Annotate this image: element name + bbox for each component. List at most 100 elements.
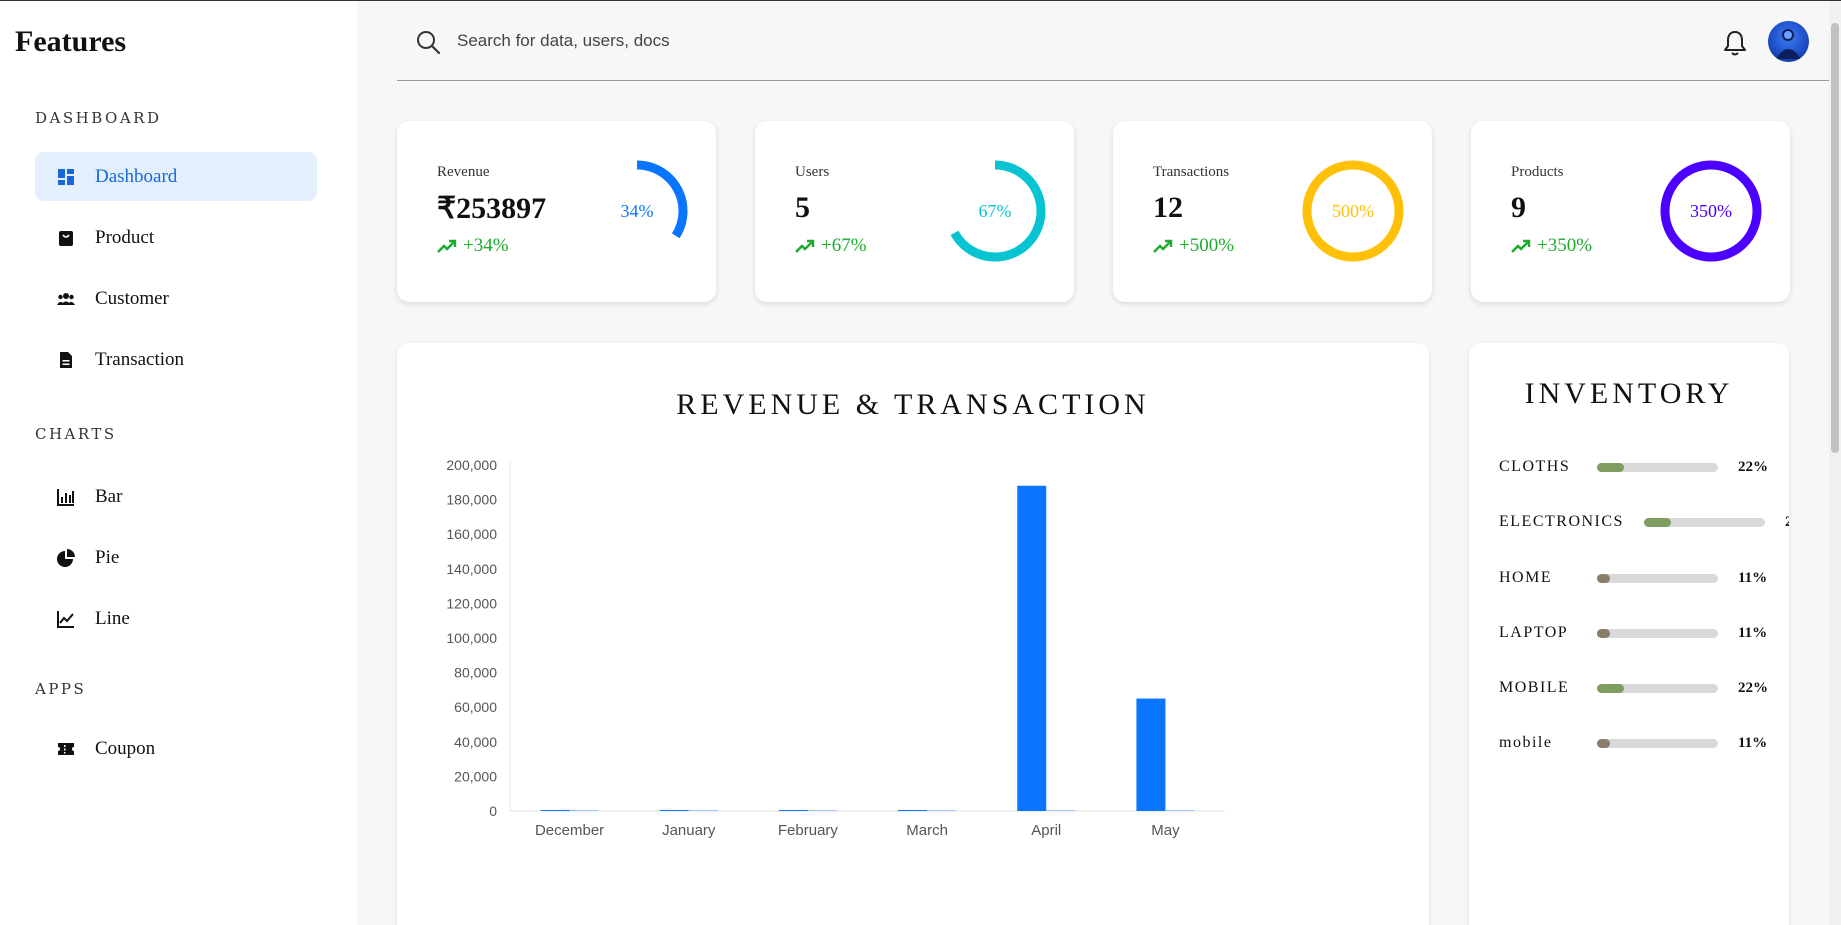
bar[interactable] bbox=[1165, 810, 1195, 811]
page-scrollbar[interactable] bbox=[1829, 1, 1841, 925]
inventory-item-name: LAPTOP bbox=[1499, 624, 1569, 641]
inventory-item: LAPTOP 11% bbox=[1499, 621, 1767, 645]
sidebar-item-product[interactable]: Product bbox=[35, 213, 317, 262]
search-input[interactable] bbox=[457, 25, 1057, 57]
y-tick-label: 180,000 bbox=[446, 492, 497, 508]
y-tick-label: 40,000 bbox=[454, 734, 497, 750]
topbar bbox=[397, 1, 1829, 81]
section-title-dashboard: DASHBOARD bbox=[35, 109, 162, 127]
sidebar-item-line[interactable]: Line bbox=[35, 594, 317, 643]
sidebar-item-label: Customer bbox=[95, 287, 169, 309]
search-icon[interactable] bbox=[415, 29, 441, 55]
widget-change: +34% bbox=[437, 235, 509, 257]
bar[interactable] bbox=[569, 810, 599, 811]
bar-chart: 0 20,000 40,000 60,000 80,000 100,000 120,000 1… bbox=[446, 457, 1225, 839]
sidebar-item-transaction[interactable]: Transaction bbox=[35, 335, 317, 384]
revenue-chart-panel: REVENUE & TRANSACTION 0 20,000 40,000 60,00… bbox=[397, 343, 1429, 925]
bell-icon[interactable] bbox=[1722, 29, 1748, 57]
avatar[interactable] bbox=[1768, 21, 1809, 62]
widget-value: 12 bbox=[1153, 191, 1183, 224]
inventory-item-percent: 11% bbox=[1738, 624, 1768, 641]
bar[interactable] bbox=[659, 810, 689, 811]
trending-up-icon bbox=[1511, 239, 1531, 253]
widget-transactions: Transactions 12 +500% 500% bbox=[1113, 121, 1432, 302]
inventory-progress-fill bbox=[1597, 738, 1611, 748]
ring-percent: 350% bbox=[1690, 200, 1732, 221]
widget-value: 5 bbox=[795, 191, 810, 224]
sidebar-item-label: Product bbox=[95, 226, 155, 248]
x-tick-label: December bbox=[535, 822, 604, 839]
widget-change: +67% bbox=[795, 235, 867, 257]
scrollbar-thumb[interactable] bbox=[1831, 23, 1839, 453]
bag-icon bbox=[57, 229, 75, 247]
bar[interactable] bbox=[927, 810, 957, 811]
sidebar-item-dashboard[interactable]: Dashboard bbox=[35, 152, 317, 201]
widget-value: ₹253897 bbox=[437, 192, 547, 225]
bar-chart-icon bbox=[57, 488, 75, 506]
bar[interactable] bbox=[540, 810, 570, 811]
inventory-item: CLOTHS 22% bbox=[1499, 455, 1768, 479]
sidebar: Features DASHBOARD Dashboard Product Cus… bbox=[0, 1, 357, 925]
y-tick-label: 0 bbox=[489, 803, 497, 819]
sidebar-item-bar[interactable]: Bar bbox=[35, 472, 317, 521]
sidebar-item-pie[interactable]: Pie bbox=[35, 533, 317, 582]
trending-up-icon bbox=[795, 239, 815, 253]
inventory-item: HOME 11% bbox=[1499, 566, 1767, 590]
y-tick-label: 20,000 bbox=[454, 768, 497, 784]
inventory-item-name: MOBILE bbox=[1499, 679, 1570, 696]
widget-users: Users 5 +67% 67% bbox=[755, 121, 1074, 302]
inventory-item-name: HOME bbox=[1499, 569, 1553, 586]
bar[interactable] bbox=[1046, 810, 1076, 811]
inventory-item-percent: 22% bbox=[1784, 513, 1789, 530]
ring-percent: 34% bbox=[620, 200, 654, 221]
widget-label: Transactions bbox=[1153, 164, 1230, 180]
bar[interactable] bbox=[778, 810, 808, 811]
y-tick-label: 200,000 bbox=[446, 457, 497, 473]
widget-label: Revenue bbox=[437, 164, 490, 180]
dashboard-icon bbox=[57, 168, 75, 186]
line-chart-icon bbox=[57, 610, 75, 628]
y-tick-label: 140,000 bbox=[446, 561, 497, 577]
inventory-item-percent: 22% bbox=[1738, 679, 1768, 696]
document-icon bbox=[57, 351, 75, 369]
bar[interactable] bbox=[898, 810, 928, 811]
y-tick-label: 160,000 bbox=[446, 526, 497, 542]
trending-up-icon bbox=[1153, 239, 1173, 253]
bar[interactable] bbox=[807, 810, 837, 811]
inventory-item-percent: 11% bbox=[1738, 734, 1768, 751]
x-tick-label: April bbox=[1031, 822, 1061, 839]
sidebar-item-label: Coupon bbox=[95, 737, 156, 759]
y-tick-label: 100,000 bbox=[446, 630, 497, 646]
widget-revenue: Revenue ₹253897 +34% 34% bbox=[397, 121, 716, 302]
inventory-item-percent: 11% bbox=[1738, 569, 1768, 586]
x-tick-label: January bbox=[662, 822, 716, 839]
y-tick-label: 60,000 bbox=[454, 699, 497, 715]
widget-products: Products 9 +350% 350% bbox=[1471, 121, 1790, 302]
y-tick-label: 120,000 bbox=[446, 595, 497, 611]
inventory-progress-fill bbox=[1643, 517, 1671, 527]
x-tick-label: May bbox=[1151, 822, 1180, 839]
inventory-item-percent: 22% bbox=[1738, 458, 1768, 475]
inventory-item: MOBILE 22% bbox=[1499, 676, 1768, 700]
widget-change-text: +34% bbox=[463, 235, 509, 256]
widget-label: Products bbox=[1511, 164, 1564, 180]
inventory-item: ELECTRONICS 22% bbox=[1499, 510, 1789, 534]
sidebar-item-label: Line bbox=[95, 607, 130, 629]
inventory-progress-bar bbox=[1643, 517, 1765, 527]
inventory-progress-fill bbox=[1597, 628, 1611, 638]
widget-change-text: +67% bbox=[821, 235, 867, 256]
brand-title: Features bbox=[15, 25, 127, 58]
sidebar-item-coupon[interactable]: Coupon bbox=[35, 724, 317, 773]
inventory-progress-fill bbox=[1597, 573, 1611, 583]
bar[interactable] bbox=[1017, 485, 1047, 811]
inventory-item-name: mobile bbox=[1499, 734, 1553, 751]
inventory-title: INVENTORY bbox=[1524, 377, 1734, 410]
pie-chart-icon bbox=[57, 548, 75, 567]
inventory-panel: INVENTORY CLOTHS 22% ELECTRONICS 22% HOME 11%… bbox=[1469, 343, 1789, 925]
bar[interactable] bbox=[688, 810, 718, 811]
inventory-progress-fill bbox=[1597, 462, 1624, 472]
sidebar-item-customer[interactable]: Customer bbox=[35, 274, 317, 323]
inventory-progress-bar bbox=[1597, 683, 1718, 693]
widget-change: +500% bbox=[1153, 235, 1234, 257]
bar[interactable] bbox=[1136, 698, 1166, 811]
